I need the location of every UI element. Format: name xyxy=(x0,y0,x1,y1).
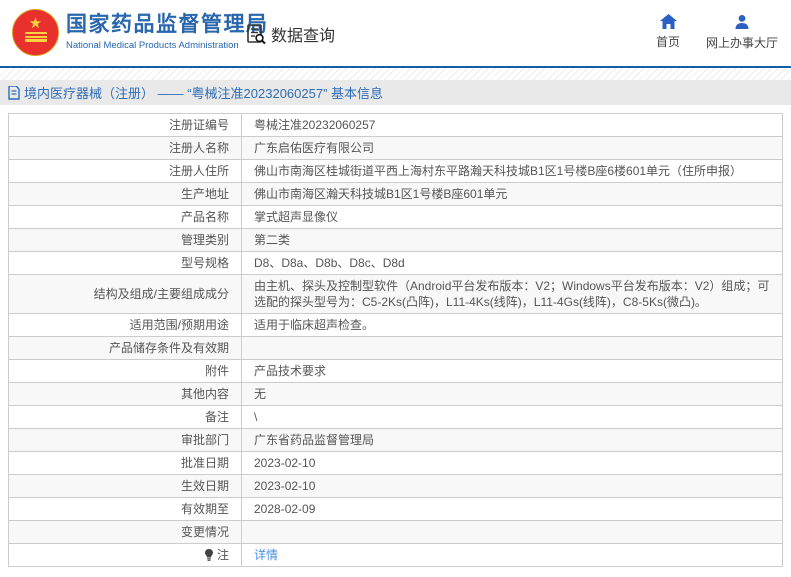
table-row: 注详情 xyxy=(8,543,783,567)
field-value: 由主机、探头及控制型软件（Android平台发布版本：V2；Windows平台发… xyxy=(241,274,783,314)
page-icon xyxy=(8,85,20,100)
field-label: 有效期至 xyxy=(8,497,242,521)
field-value: 适用于临床超声检查。 xyxy=(241,313,783,337)
field-label: 生效日期 xyxy=(8,474,242,498)
field-value: 第二类 xyxy=(241,228,783,252)
field-label: 生产地址 xyxy=(8,182,242,206)
field-label: 注册人住所 xyxy=(8,159,242,183)
table-row: 附件 产品技术要求 xyxy=(8,359,783,383)
field-value: 详情 xyxy=(241,543,783,567)
field-label: 适用范围/预期用途 xyxy=(8,313,242,337)
document-search-icon xyxy=(245,23,267,45)
info-table-body: 注册证编号 粤械注准20232060257 注册人名称 广东启佑医疗有限公司 注册人住所… xyxy=(8,113,783,567)
field-value: 产品技术要求 xyxy=(241,359,783,383)
data-query-nav[interactable]: 数据查询 xyxy=(245,22,335,46)
field-label: 变更情况 xyxy=(8,520,242,544)
field-label: 附件 xyxy=(8,359,242,383)
field-value: 佛山市南海区瀚天科技城B1区1号楼B座601单元 xyxy=(241,182,783,206)
table-row: 备注 \ xyxy=(8,405,783,429)
field-value: 2028-02-09 xyxy=(241,497,783,521)
site-title-english: National Medical Products Administration xyxy=(66,40,239,51)
texture-strip xyxy=(0,68,791,80)
table-row: 注册人名称 广东启佑医疗有限公司 xyxy=(8,136,783,160)
field-label: 备注 xyxy=(8,405,242,429)
table-row: 生效日期 2023-02-10 xyxy=(8,474,783,498)
field-label: 产品储存条件及有效期 xyxy=(8,336,242,360)
field-label: 其他内容 xyxy=(8,382,242,406)
field-label: 批准日期 xyxy=(8,451,242,475)
home-nav[interactable]: 首页 xyxy=(648,14,688,50)
table-row: 有效期至 2028-02-09 xyxy=(8,497,783,521)
emblem-star-icon: ★ xyxy=(28,15,43,32)
field-label: 产品名称 xyxy=(8,205,242,229)
service-hall-nav[interactable]: 网上办事大厅 xyxy=(702,14,782,51)
table-row: 管理类别 第二类 xyxy=(8,228,783,252)
field-value: 佛山市南海区桂城街道平西上海村东平路瀚天科技城B1区1号楼B座6楼601单元（住… xyxy=(241,159,783,183)
home-icon xyxy=(659,14,677,29)
table-row: 型号规格 D8、D8a、D8b、D8c、D8d xyxy=(8,251,783,275)
table-row: 结构及组成/主要组成成分 由主机、探头及控制型软件（Android平台发布版本：V… xyxy=(8,274,783,314)
field-label: 注册人名称 xyxy=(8,136,242,160)
field-value: 2023-02-10 xyxy=(241,451,783,475)
table-row: 注册人住所 佛山市南海区桂城街道平西上海村东平路瀚天科技城B1区1号楼B座6楼60… xyxy=(8,159,783,183)
table-row: 其他内容无 xyxy=(8,382,783,406)
person-icon xyxy=(734,14,750,30)
site-header: ★ 国家药品监督管理局 National Medical Products Ad… xyxy=(0,0,791,66)
service-hall-label: 网上办事大厅 xyxy=(705,36,778,50)
site-title-block: 国家药品监督管理局 National Medical Products Admi… xyxy=(66,13,269,51)
table-row: 注册证编号 粤械注准20232060257 xyxy=(8,113,783,137)
field-label: 结构及组成/主要组成成分 xyxy=(8,274,242,314)
table-row: 产品名称 掌式超声显像仪 xyxy=(8,205,783,229)
field-value xyxy=(241,520,783,544)
home-label: 首页 xyxy=(655,35,680,49)
breadcrumb-text: 境内医疗器械（注册） —— “粤械注准20232060257” 基本信息 xyxy=(24,86,384,101)
table-row: 批准日期 2023-02-10 xyxy=(8,451,783,475)
table-row: 变更情况 xyxy=(8,520,783,544)
site-title: 国家药品监督管理局 xyxy=(66,13,269,36)
national-emblem-logo: ★ xyxy=(12,9,59,56)
registration-info-table: 注册证编号 粤械注准20232060257 注册人名称 广东启佑医疗有限公司 注册人住所… xyxy=(8,113,783,567)
field-label: 型号规格 xyxy=(8,251,242,275)
field-value: 无 xyxy=(241,382,783,406)
data-query-label: 数据查询 xyxy=(271,28,336,45)
field-value: 2023-02-10 xyxy=(241,474,783,498)
table-row: 产品储存条件及有效期 xyxy=(8,336,783,360)
field-label: 审批部门 xyxy=(8,428,242,452)
table-row: 生产地址 佛山市南海区瀚天科技城B1区1号楼B座601单元 xyxy=(8,182,783,206)
field-label: 管理类别 xyxy=(8,228,242,252)
field-value: 广东省药品监督管理局 xyxy=(241,428,783,452)
detail-link[interactable]: 详情 xyxy=(254,548,278,562)
note-lightbulb-icon xyxy=(204,549,213,561)
field-value xyxy=(241,336,783,360)
field-label: 注 xyxy=(8,543,242,567)
breadcrumb: 境内医疗器械（注册） —— “粤械注准20232060257” 基本信息 xyxy=(0,80,791,105)
field-value: 粤械注准20232060257 xyxy=(241,113,783,137)
table-row: 审批部门 广东省药品监督管理局 xyxy=(8,428,783,452)
field-label: 注册证编号 xyxy=(8,113,242,137)
field-value: D8、D8a、D8b、D8c、D8d xyxy=(241,251,783,275)
field-value: 掌式超声显像仪 xyxy=(241,205,783,229)
table-row: 适用范围/预期用途 适用于临床超声检查。 xyxy=(8,313,783,337)
field-value: 广东启佑医疗有限公司 xyxy=(241,136,783,160)
field-value: \ xyxy=(241,405,783,429)
emblem-gate-icon xyxy=(24,32,47,42)
